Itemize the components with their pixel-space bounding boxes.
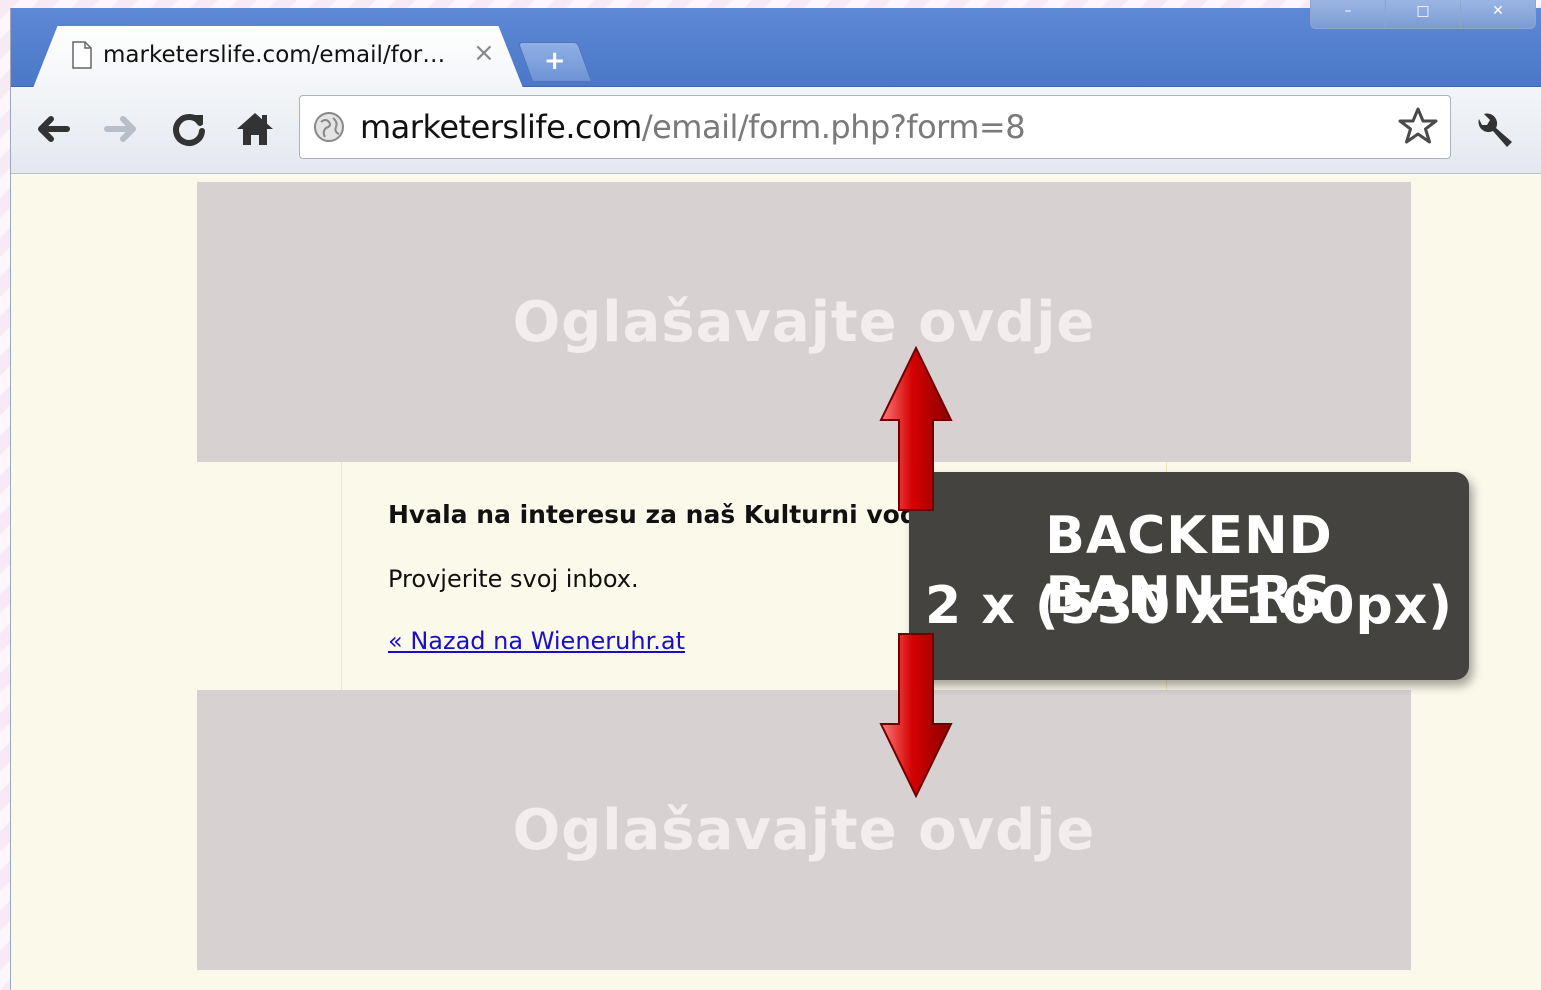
back-arrow-icon[interactable]: [33, 109, 73, 149]
plus-icon: +: [543, 46, 566, 76]
address-bar[interactable]: marketerslife.com/email/form.php?form=8: [299, 95, 1451, 159]
top-ad-banner[interactable]: Oglašavajte ovdje: [197, 182, 1411, 462]
home-icon[interactable]: [235, 109, 275, 149]
url-text[interactable]: marketerslife.com/email/form.php?form=8: [360, 108, 1026, 146]
back-link[interactable]: « Nazad na Wieneruhr.at: [388, 627, 685, 655]
browser-toolbar: marketerslife.com/email/form.php?form=8: [11, 87, 1541, 174]
page-content: Oglašavajte ovdje Hvala na interesu za n…: [11, 174, 1541, 990]
page-icon: [72, 41, 92, 69]
tab-close-icon[interactable]: ×: [473, 38, 495, 68]
wrench-icon[interactable]: [1471, 109, 1515, 153]
backend-banners-callout: BACKEND BANNERS 2 x (530 x 100px): [909, 472, 1469, 680]
globe-icon: [314, 112, 344, 142]
down-arrow-icon: [879, 633, 953, 799]
minimize-button[interactable]: –: [1311, 0, 1385, 28]
url-path: /email/form.php?form=8: [641, 108, 1026, 146]
tab-title: marketerslife.com/email/for…: [103, 42, 446, 68]
bottom-ad-banner[interactable]: Oglašavajte ovdje: [197, 690, 1411, 970]
window-controls: – □ ✕: [1310, 0, 1536, 29]
url-domain: marketerslife.com: [360, 108, 642, 146]
up-arrow-icon: [879, 345, 953, 511]
banner-text: Oglašavajte ovdje: [512, 289, 1096, 355]
banner-text: Oglašavajte ovdje: [512, 797, 1096, 863]
reload-icon[interactable]: [169, 109, 209, 149]
inbox-message: Provjerite svoj inbox.: [388, 565, 639, 593]
title-bar: – □ ✕ marketerslife.com/email/for… × +: [11, 0, 1541, 88]
browser-window: – □ ✕ marketerslife.com/email/for… × + m…: [10, 0, 1541, 990]
callout-size: 2 x (530 x 100px): [924, 576, 1454, 636]
star-bookmark-icon[interactable]: [1398, 106, 1438, 146]
maximize-button[interactable]: □: [1385, 0, 1460, 28]
forward-arrow-icon[interactable]: [101, 109, 141, 149]
new-tab-button[interactable]: +: [517, 42, 593, 82]
close-window-button[interactable]: ✕: [1460, 0, 1535, 28]
browser-tab[interactable]: marketerslife.com/email/for… ×: [33, 26, 523, 88]
